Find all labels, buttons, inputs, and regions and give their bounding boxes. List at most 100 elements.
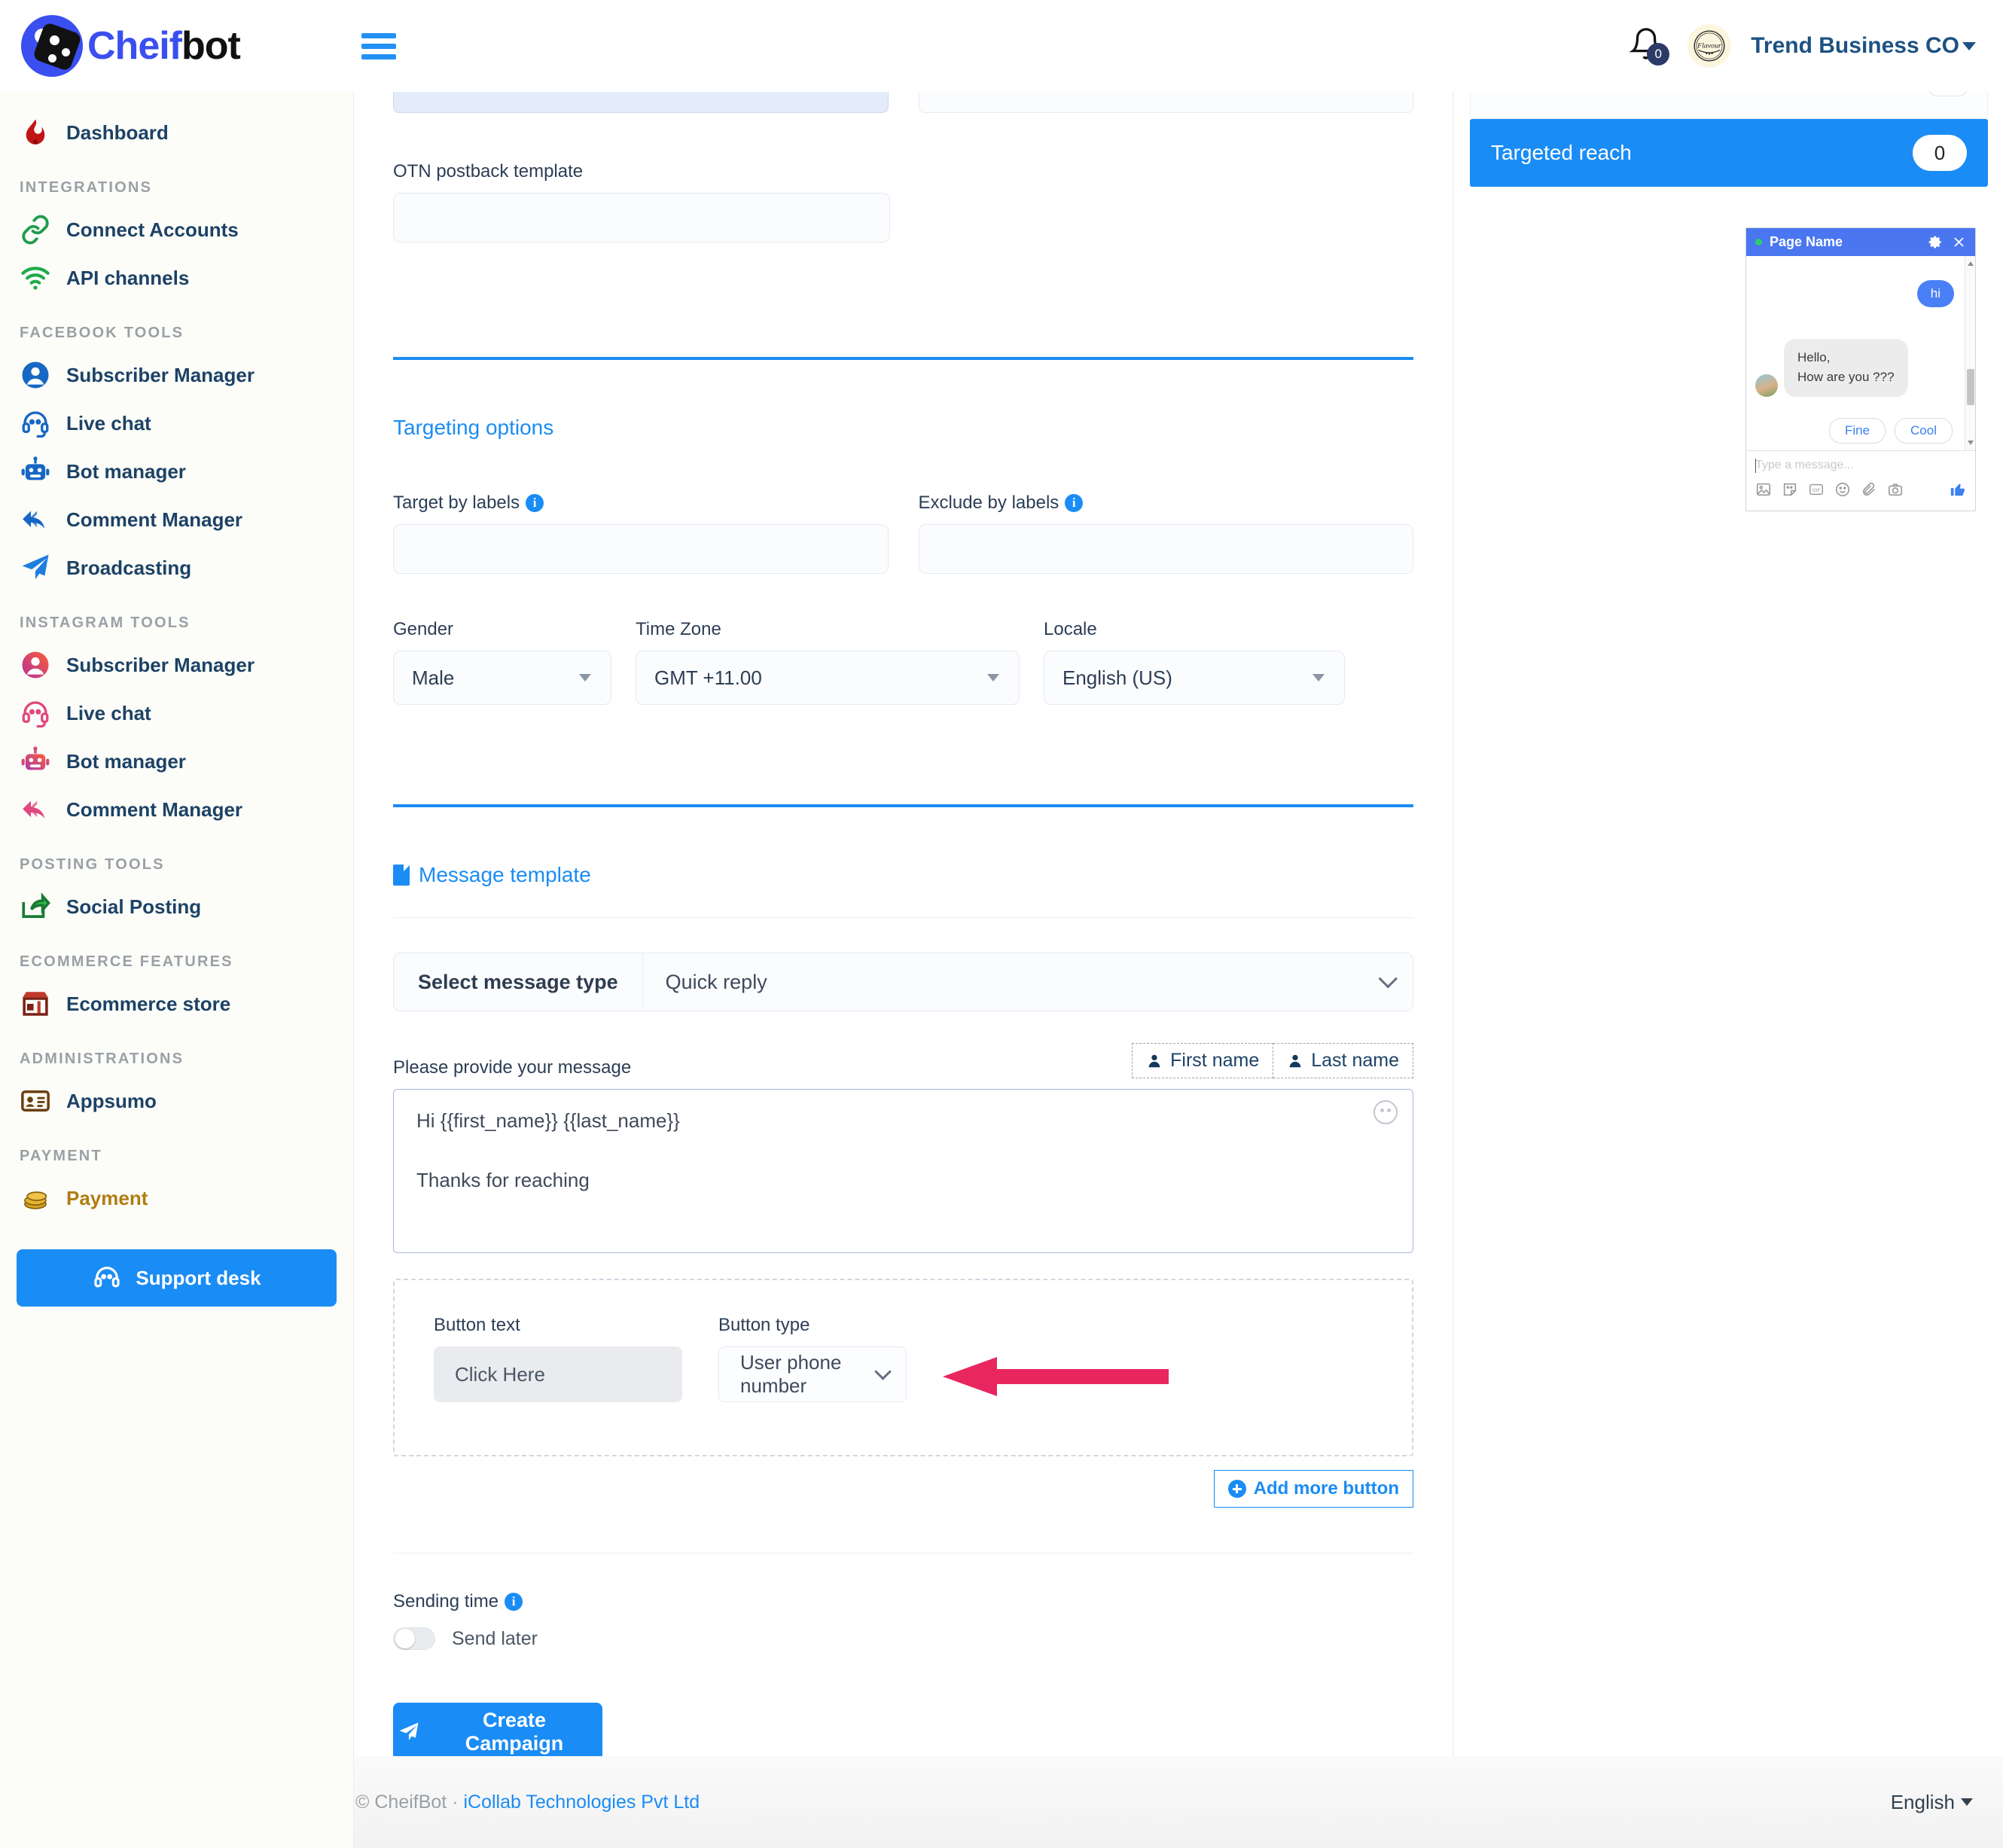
thumbs-up-icon[interactable] (1950, 481, 1966, 498)
sidebar-item-label: Live chat (66, 411, 151, 435)
info-icon[interactable]: i (1065, 494, 1084, 512)
exclude-by-labels-input[interactable] (918, 524, 1413, 574)
scroll-up-arrow-icon[interactable] (1968, 261, 1974, 266)
main-content: OTN postback template Targeting options … (354, 86, 1453, 1761)
sidebar-item-ig-bot-manager[interactable]: Bot manager (0, 737, 353, 785)
messenger-input-area[interactable]: Type a message... GIF (1746, 450, 1975, 511)
labels-row: Target by labels i Exclude by labels i (393, 492, 1413, 574)
reply-all-icon (20, 504, 66, 535)
first-name-chip[interactable]: First name (1132, 1043, 1274, 1078)
sidebar-item-fb-broadcasting[interactable]: Broadcasting (0, 544, 353, 592)
otn-postback-input[interactable] (393, 193, 890, 242)
targeted-reach-bar[interactable]: Targeted reach 0 (1470, 119, 1988, 187)
annotation-arrow-icon (943, 1346, 1169, 1402)
sticker-icon[interactable] (1782, 481, 1798, 498)
gear-icon[interactable] (1928, 235, 1943, 249)
scroll-down-arrow-icon[interactable] (1968, 441, 1974, 445)
sidebar-item-label: Social Posting (66, 895, 202, 918)
targeting-section: Targeting options Target by labels i Excl… (354, 360, 1453, 705)
select-message-type-group: Select message type Quick reply (393, 953, 1413, 1011)
paperclip-icon[interactable] (1861, 481, 1877, 498)
add-more-button[interactable]: Add more button (1213, 1470, 1413, 1508)
right-panel: Targeted reach 0 Page Name hi Hello, How… (1454, 74, 2003, 1756)
target-by-labels-input[interactable] (393, 524, 889, 574)
gender-select[interactable]: Male (393, 651, 611, 705)
gif-icon[interactable]: GIF (1808, 481, 1825, 498)
send-later-toggle[interactable] (393, 1627, 435, 1650)
avatar[interactable]: Flavour (1687, 24, 1732, 68)
notifications-button[interactable]: 0 (1629, 26, 1670, 66)
support-desk-button[interactable]: Support desk (17, 1249, 337, 1307)
sidebar-item-fb-subscriber-manager[interactable]: Subscriber Manager (0, 351, 353, 399)
quick-reply-chip-fine[interactable]: Fine (1828, 417, 1886, 444)
emoji-picker-icon[interactable] (1373, 1100, 1398, 1124)
create-campaign-button[interactable]: Create Campaign (393, 1703, 602, 1761)
language-selector[interactable]: English (1891, 1791, 2003, 1814)
button-text-label: Button text (434, 1315, 520, 1335)
select-message-type-dropdown[interactable]: Select message type Quick reply (393, 953, 1413, 1011)
messenger-preview-header: Page Name (1746, 228, 1975, 256)
footer: © CheifBot · iCollab Technologies Pvt Lt… (354, 1756, 2003, 1848)
chevron-down-icon (987, 674, 999, 682)
paper-plane-icon (399, 1722, 419, 1740)
sending-time-section: Sending time i Send later Create Campaign (354, 1554, 1453, 1761)
chevron-down-icon (1378, 969, 1398, 989)
sidebar-item-ig-subscriber-manager[interactable]: Subscriber Manager (0, 641, 353, 689)
message-line-2: Thanks for reaching (416, 1169, 590, 1191)
sidebar-item-label: Subscriber Manager (66, 363, 255, 386)
sidebar-item-fb-comment-manager[interactable]: Comment Manager (0, 496, 353, 544)
sidebar-item-label: Broadcasting (66, 556, 192, 579)
headset-icon (20, 697, 66, 729)
quick-reply-chip-cool[interactable]: Cool (1895, 417, 1953, 444)
button-type-select[interactable]: User phone number (718, 1346, 907, 1402)
sidebar-item-label: Comment Manager (66, 797, 243, 821)
sidebar-item-fb-live-chat[interactable]: Live chat (0, 399, 353, 447)
info-icon[interactable]: i (505, 1593, 523, 1611)
close-icon[interactable] (1952, 235, 1966, 249)
message-textarea[interactable]: Hi {{first_name}} {{last_name}} Thanks f… (393, 1089, 1413, 1253)
footer-copyright: © CheifBot · iCollab Technologies Pvt Lt… (355, 1791, 700, 1813)
sidebar-item-ecommerce-store[interactable]: Ecommerce store (0, 980, 353, 1028)
sidebar: Dashboard INTEGRATIONS Connect Accounts … (0, 92, 354, 1848)
incoming-line-1: Hello, (1797, 350, 1831, 364)
timezone-label: Time Zone (636, 619, 721, 639)
last-name-chip[interactable]: Last name (1273, 1043, 1413, 1078)
top-bar: Cheifbot 0 Flavour Trend Business CO (0, 0, 2003, 92)
app-logo[interactable]: Cheifbot (0, 0, 354, 92)
button-text-group: Button text Click Here (434, 1315, 682, 1402)
image-icon[interactable] (1755, 481, 1772, 498)
message-label: Please provide your message (393, 1057, 632, 1078)
message-line-1: Hi {{first_name}} {{last_name}} (416, 1109, 680, 1132)
sidebar-item-ig-live-chat[interactable]: Live chat (0, 689, 353, 737)
robot-icon (20, 746, 66, 777)
sidebar-item-api-channels[interactable]: API channels (0, 254, 353, 302)
sidebar-item-dashboard[interactable]: Dashboard (0, 108, 353, 157)
camera-icon[interactable] (1887, 481, 1904, 498)
locale-select[interactable]: English (US) (1044, 651, 1345, 705)
gender-group: Gender Male (393, 619, 611, 705)
chat-scrollbar[interactable] (1965, 256, 1975, 450)
plus-circle-icon (1227, 1480, 1246, 1498)
sidebar-item-social-posting[interactable]: Social Posting (0, 883, 353, 931)
footer-company-link[interactable]: iCollab Technologies Pvt Ltd (463, 1792, 700, 1813)
messenger-preview-widget: Page Name hi Hello, How are you ??? Fine… (1745, 227, 1976, 511)
timezone-select[interactable]: GMT +11.00 (636, 651, 1020, 705)
user-circle-icon (20, 359, 66, 391)
sending-time-label: Sending time i (393, 1591, 1413, 1612)
create-campaign-label: Create Campaign (465, 1709, 564, 1755)
hamburger-icon[interactable] (361, 28, 396, 65)
info-icon[interactable]: i (526, 494, 544, 512)
sidebar-item-appsumo[interactable]: Appsumo (0, 1077, 353, 1125)
sidebar-item-label: Subscriber Manager (66, 653, 255, 676)
sidebar-item-connect-accounts[interactable]: Connect Accounts (0, 206, 353, 254)
incoming-line-2: How are you ??? (1797, 370, 1895, 385)
target-by-labels-group: Target by labels i (393, 492, 889, 574)
sidebar-item-payment[interactable]: Payment (0, 1174, 353, 1222)
scrollbar-thumb[interactable] (1967, 369, 1974, 405)
emoji-icon[interactable] (1834, 481, 1851, 498)
button-text-input[interactable]: Click Here (434, 1346, 682, 1402)
sidebar-item-ig-comment-manager[interactable]: Comment Manager (0, 785, 353, 834)
sidebar-item-fb-bot-manager[interactable]: Bot manager (0, 447, 353, 496)
messenger-toolbar: GIF (1755, 481, 1966, 498)
user-menu[interactable]: Trend Business CO (1751, 33, 1976, 59)
